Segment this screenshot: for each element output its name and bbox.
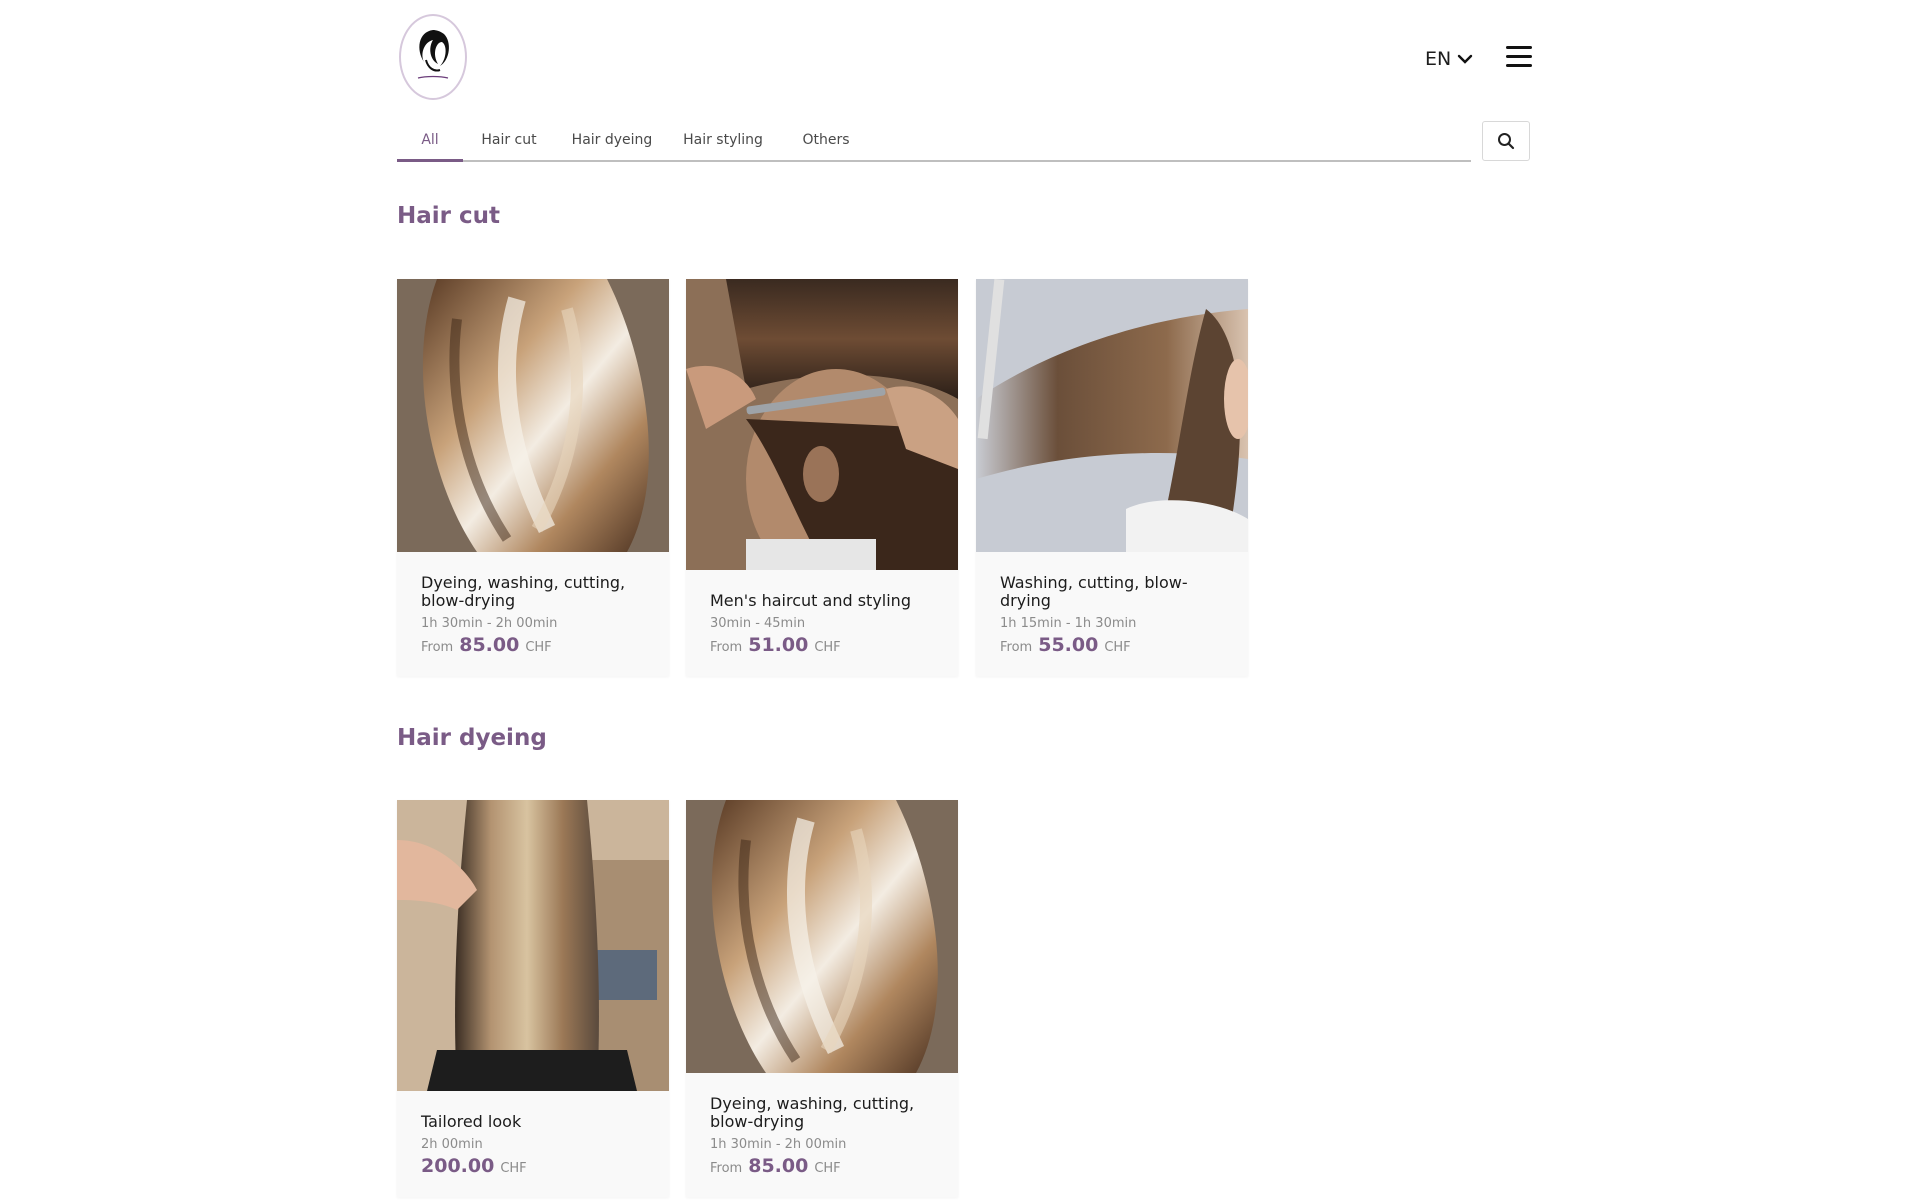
service-image xyxy=(686,279,958,570)
menu-button[interactable] xyxy=(1506,46,1532,68)
tab-others[interactable]: Others xyxy=(777,120,875,160)
service-price: From 85.00 CHF xyxy=(710,1155,841,1177)
service-duration: 1h 30min - 2h 00min xyxy=(710,1137,847,1152)
service-card[interactable]: Tailored look 2h 00min 200.00 CHF xyxy=(397,800,669,1197)
service-title: Dyeing, washing, cutting, blow-drying xyxy=(421,573,626,610)
service-image xyxy=(976,279,1248,552)
service-duration: 2h 00min xyxy=(421,1137,483,1152)
salon-logo-icon xyxy=(417,30,449,79)
service-title: Men's haircut and styling xyxy=(710,591,911,610)
service-image xyxy=(397,279,669,552)
language-label: EN xyxy=(1425,48,1452,70)
service-card[interactable]: Men's haircut and styling 30min - 45min … xyxy=(686,279,958,676)
tab-hair-dyeing[interactable]: Hair dyeing xyxy=(555,120,669,160)
section-title-hair-dyeing: Hair dyeing xyxy=(397,725,547,751)
language-selector[interactable]: EN xyxy=(1425,44,1473,74)
search-button[interactable] xyxy=(1482,121,1530,161)
chevron-down-icon xyxy=(1458,54,1473,64)
hamburger-icon xyxy=(1506,46,1532,49)
service-duration: 30min - 45min xyxy=(710,616,806,631)
service-image xyxy=(686,800,958,1073)
service-card[interactable]: Dyeing, washing, cutting, blow-drying 1h… xyxy=(686,800,958,1197)
tab-hair-cut[interactable]: Hair cut xyxy=(463,120,555,160)
service-title: Washing, cutting, blow-drying xyxy=(1000,573,1188,610)
service-card[interactable]: Dyeing, washing, cutting, blow-drying 1h… xyxy=(397,279,669,676)
service-duration: 1h 15min - 1h 30min xyxy=(1000,616,1137,631)
tab-all[interactable]: All xyxy=(397,120,463,162)
service-card[interactable]: Washing, cutting, blow-drying 1h 15min -… xyxy=(976,279,1248,676)
service-price: From 55.00 CHF xyxy=(1000,634,1131,656)
service-duration: 1h 30min - 2h 00min xyxy=(421,616,558,631)
service-title: Dyeing, washing, cutting, blow-drying xyxy=(710,1094,915,1131)
service-price: 200.00 CHF xyxy=(421,1155,527,1177)
service-price: From 51.00 CHF xyxy=(710,634,841,656)
category-tabs: All Hair cut Hair dyeing Hair styling Ot… xyxy=(397,120,1471,162)
salon-logo[interactable] xyxy=(399,14,467,100)
search-icon xyxy=(1498,133,1515,150)
service-image xyxy=(397,800,669,1091)
section-title-hair-cut: Hair cut xyxy=(397,203,501,229)
tab-hair-styling[interactable]: Hair styling xyxy=(669,120,777,160)
service-title: Tailored look xyxy=(421,1112,522,1131)
service-price: From 85.00 CHF xyxy=(421,634,552,656)
